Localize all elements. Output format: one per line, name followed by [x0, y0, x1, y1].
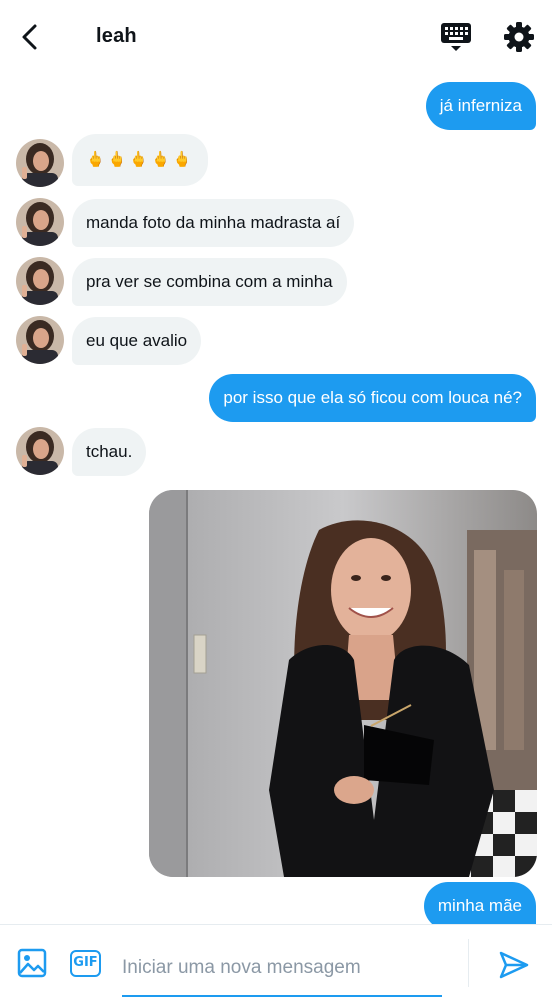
- message-image[interactable]: [149, 490, 537, 877]
- avatar-photo: [16, 427, 64, 475]
- contact-name[interactable]: leah: [96, 25, 137, 48]
- dm-conversation-screen: leah já inferniza 🖕🖕🖕🖕🖕 manda foto da mi…: [0, 0, 552, 1000]
- message-incoming[interactable]: tchau.: [72, 428, 147, 476]
- message-incoming[interactable]: eu que avalio: [72, 317, 202, 365]
- avatar[interactable]: [16, 198, 64, 246]
- avatar-photo: [16, 257, 64, 305]
- gif-button[interactable]: GIF: [70, 950, 101, 977]
- photo-attachment: [149, 490, 537, 877]
- message-outgoing[interactable]: por isso que ela só ficou com louca né?: [209, 374, 536, 422]
- back-button[interactable]: [14, 20, 48, 54]
- send-button[interactable]: [498, 949, 530, 981]
- gear-icon: [504, 22, 534, 52]
- message-incoming[interactable]: pra ver se combina com a minha: [72, 258, 347, 306]
- message-composer: GIF: [0, 924, 552, 1000]
- message-input[interactable]: [122, 945, 442, 997]
- composer-divider: [468, 939, 469, 987]
- avatar-photo: [16, 139, 64, 187]
- avatar[interactable]: [16, 139, 64, 187]
- avatar[interactable]: [16, 316, 64, 364]
- add-image-button[interactable]: [16, 947, 48, 979]
- message-outgoing[interactable]: minha mãe: [423, 882, 536, 930]
- send-icon: [499, 951, 529, 979]
- avatar[interactable]: [16, 257, 64, 305]
- message-outgoing[interactable]: já inferniza: [425, 82, 536, 130]
- back-arrow-icon: [22, 24, 37, 50]
- message-incoming[interactable]: 🖕🖕🖕🖕🖕: [72, 134, 209, 186]
- settings-button[interactable]: [502, 20, 536, 54]
- keyboard-button[interactable]: [440, 20, 472, 54]
- avatar[interactable]: [16, 427, 64, 475]
- image-icon: [17, 948, 47, 978]
- keyboard-icon: [441, 23, 471, 51]
- conversation-header: leah: [0, 0, 552, 76]
- avatar-photo: [16, 198, 64, 246]
- avatar-photo: [16, 316, 64, 364]
- message-incoming[interactable]: manda foto da minha madrasta aí: [72, 199, 355, 247]
